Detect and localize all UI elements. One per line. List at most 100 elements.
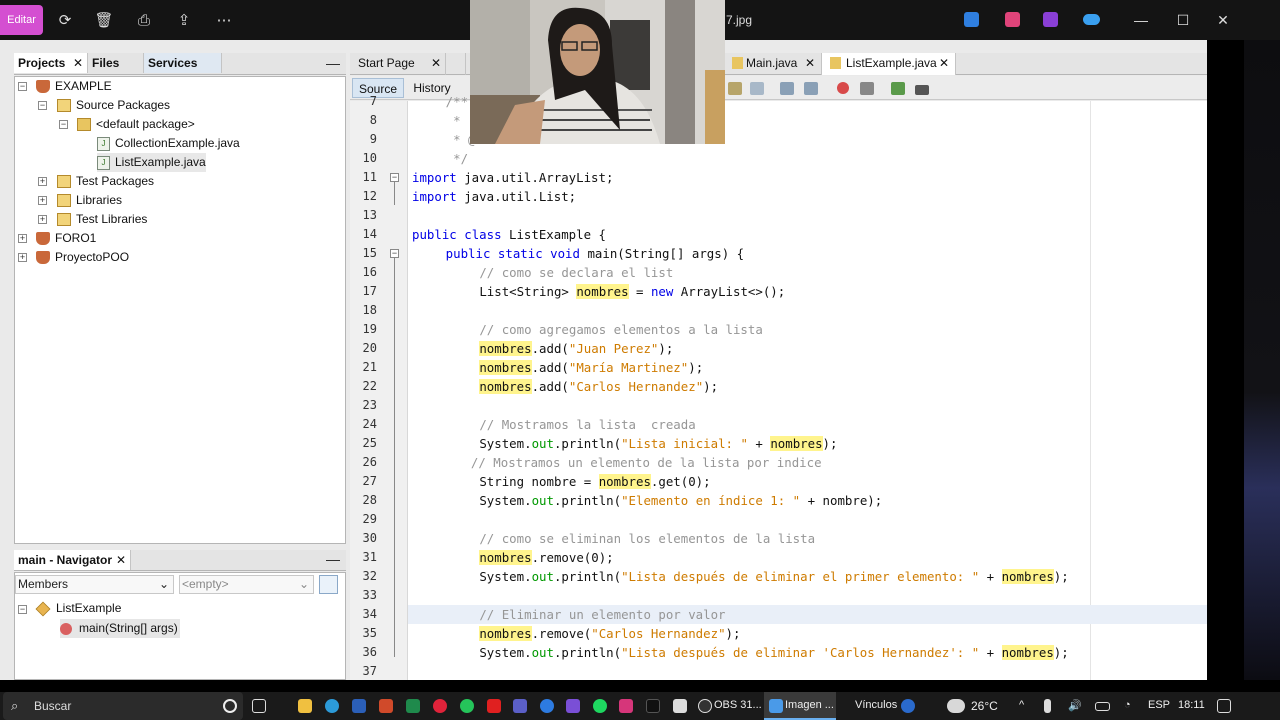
tab-services[interactable]: Services: [144, 53, 222, 73]
tab-files[interactable]: Files: [88, 53, 144, 73]
tree-item-source-packages[interactable]: Source Packages: [57, 96, 170, 115]
collapse-icon[interactable]: −: [18, 605, 27, 614]
cortana-icon[interactable]: [223, 699, 237, 713]
code-line[interactable]: *: [446, 111, 460, 130]
tab-list-example-java[interactable]: ListExample.java ✕: [822, 53, 956, 75]
photos-app-icon[interactable]: [1005, 12, 1020, 27]
find-previous-icon[interactable]: [728, 82, 742, 95]
code-line[interactable]: nombres.remove("Carlos Hernandez");: [479, 624, 740, 643]
minimize-icon[interactable]: —: [1126, 10, 1156, 30]
code-line[interactable]: // como se declara el list: [479, 263, 673, 282]
powerpoint-icon[interactable]: [379, 699, 393, 713]
file-explorer-icon[interactable]: [298, 699, 312, 713]
taskbar-app-obs[interactable]: OBS 31...: [714, 699, 762, 711]
links-toolbar[interactable]: Vínculos: [855, 699, 897, 711]
code-line[interactable]: import java.util.List;: [412, 187, 576, 206]
close-icon[interactable]: ✕: [805, 53, 815, 74]
more-icon[interactable]: ⋯: [211, 8, 237, 32]
expand-icon[interactable]: +: [18, 234, 27, 243]
edge-icon[interactable]: [325, 699, 339, 713]
wifi-icon[interactable]: ◔: [1124, 699, 1131, 711]
code-line[interactable]: // Mostramos la lista creada: [479, 415, 695, 434]
teams-icon[interactable]: [513, 699, 527, 713]
code-line[interactable]: nombres.remove(0);: [479, 548, 614, 567]
tree-item-example[interactable]: EXAMPLE: [36, 77, 112, 96]
onedrive-icon[interactable]: [1083, 14, 1100, 25]
code-line[interactable]: // como agregamos elementos a la lista: [479, 320, 762, 339]
print-icon[interactable]: ⎙: [131, 8, 157, 32]
task-view-icon[interactable]: [252, 699, 266, 713]
members-select[interactable]: Members ⌄: [15, 575, 174, 594]
code-line[interactable]: import java.util.ArrayList;: [412, 168, 613, 187]
obs-icon[interactable]: [698, 699, 712, 713]
notifications-icon[interactable]: [1217, 699, 1231, 713]
tree-item-list-example[interactable]: J ListExample.java: [97, 153, 206, 172]
tab-start-page[interactable]: Start Page ✕: [350, 53, 446, 75]
close-icon[interactable]: ✕: [73, 56, 83, 70]
tree-item-test-packages[interactable]: Test Packages: [57, 172, 154, 191]
fold-icon[interactable]: −: [390, 173, 399, 182]
pinterest-icon[interactable]: [433, 699, 447, 713]
code-line[interactable]: // Mostramos un elemento de la lista por…: [471, 453, 822, 472]
tab-main-java[interactable]: Main.java ✕: [724, 53, 822, 75]
code-line[interactable]: System.out.println("Lista inicial: " + n…: [479, 434, 837, 453]
spotify-icon[interactable]: [593, 699, 607, 713]
code-line[interactable]: nombres.add("Juan Perez");: [479, 339, 673, 358]
code-line[interactable]: List<String> nombres = new ArrayList<>()…: [479, 282, 785, 301]
close-icon[interactable]: ✕: [431, 53, 441, 74]
tab-navigator[interactable]: main - Navigator ✕: [14, 550, 131, 570]
clipchamp-app-icon[interactable]: [1043, 12, 1058, 27]
temperature[interactable]: 26°C: [971, 699, 998, 713]
excel-icon[interactable]: [406, 699, 420, 713]
code-editor[interactable]: /** * * @author Lizbeth */import java.ut…: [408, 94, 1207, 680]
minimize-panel-icon[interactable]: —: [326, 55, 340, 71]
code-line[interactable]: System.out.println("Elemento en índice 1…: [479, 491, 882, 510]
youtube-icon[interactable]: [487, 699, 501, 713]
code-line[interactable]: public class ListExample {: [412, 225, 606, 244]
help-icon[interactable]: [901, 699, 915, 713]
tree-item-collection-example[interactable]: J CollectionExample.java: [97, 134, 240, 153]
record-macro-icon[interactable]: [837, 82, 849, 94]
whatsapp-icon[interactable]: [460, 699, 474, 713]
expand-icon[interactable]: +: [18, 253, 27, 262]
tab-hidden[interactable]: [446, 53, 466, 75]
code-line[interactable]: System.out.println("Lista después de eli…: [479, 567, 1069, 586]
stop-macro-icon[interactable]: [860, 82, 874, 95]
collapse-icon[interactable]: −: [38, 101, 47, 110]
navigator-class-item[interactable]: ListExample: [35, 599, 121, 618]
zoom-icon[interactable]: [540, 699, 554, 713]
tiktok-icon[interactable]: [646, 699, 660, 713]
code-line[interactable]: // como se eliminan los elementos de la …: [479, 529, 815, 548]
search-box[interactable]: ⌕ Buscar: [3, 692, 243, 720]
store-icon[interactable]: [566, 699, 580, 713]
microphone-icon[interactable]: [1044, 699, 1051, 713]
collapse-icon[interactable]: −: [59, 120, 68, 129]
find-next-icon[interactable]: [750, 82, 764, 95]
battery-icon[interactable]: [1095, 702, 1110, 711]
document-app-icon[interactable]: [673, 699, 687, 713]
close-icon[interactable]: ✕: [116, 553, 126, 567]
volume-icon[interactable]: 🔊: [1068, 699, 1082, 712]
word-icon[interactable]: [352, 699, 366, 713]
tree-item-foro1[interactable]: FORO1: [36, 229, 96, 248]
maximize-icon[interactable]: ☐: [1168, 10, 1198, 30]
instagram-icon[interactable]: [619, 699, 633, 713]
code-line[interactable]: nombres.add("María Martinez");: [479, 358, 703, 377]
close-icon[interactable]: ✕: [1208, 10, 1238, 30]
close-icon[interactable]: ✕: [939, 53, 949, 74]
filter-options-icon[interactable]: [319, 575, 338, 594]
tree-item-proyecto-poo[interactable]: ProyectoPOO: [36, 248, 129, 267]
code-line[interactable]: nombres.add("Carlos Hernandez");: [479, 377, 718, 396]
share-icon[interactable]: ⇪: [171, 8, 197, 32]
tree-item-libraries[interactable]: Libraries: [57, 191, 122, 210]
edit-button[interactable]: Editar: [0, 5, 43, 35]
code-line[interactable]: public static void main(String[] args) {: [446, 244, 744, 263]
code-line[interactable]: */: [446, 149, 468, 168]
tree-item-test-libraries[interactable]: Test Libraries: [57, 210, 147, 229]
shift-left-icon[interactable]: [780, 82, 794, 95]
code-line[interactable]: // Eliminar un elemento por valor: [479, 605, 725, 624]
code-line[interactable]: /**: [446, 92, 468, 111]
collapse-icon[interactable]: −: [18, 82, 27, 91]
uncomment-icon[interactable]: [915, 85, 929, 95]
expand-icon[interactable]: +: [38, 215, 47, 224]
